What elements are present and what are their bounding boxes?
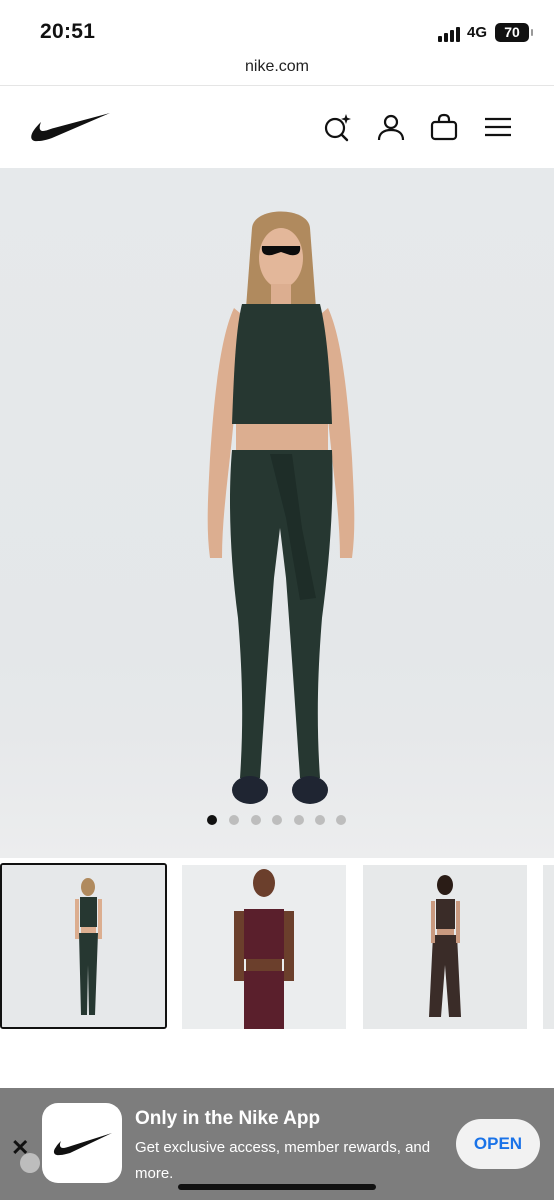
network-type: 4G — [467, 24, 488, 41]
carousel-dot-7[interactable] — [336, 815, 346, 825]
thumbnail-brown[interactable] — [363, 865, 527, 1029]
thumbnail-image — [2, 865, 165, 1027]
carousel-dot-5[interactable] — [294, 815, 304, 825]
watermark: Kaspi.kz — [20, 1153, 105, 1173]
signal-icon — [438, 26, 462, 42]
home-indicator[interactable] — [178, 1184, 376, 1190]
address-bar[interactable]: nike.com — [0, 52, 554, 86]
product-hero-image[interactable] — [0, 168, 554, 858]
colorway-thumbnails — [0, 863, 554, 1031]
thumbnail-image — [363, 865, 527, 1029]
carousel-dots — [0, 815, 554, 827]
url-text: nike.com — [244, 58, 310, 75]
battery-level: 70 — [504, 24, 520, 40]
status-bar: 20:51 4G 70 — [0, 0, 554, 60]
thumbnail-dark-green[interactable] — [0, 863, 167, 1029]
carousel-dot-3[interactable] — [251, 815, 261, 825]
carousel-dot-4[interactable] — [272, 815, 282, 825]
banner-subtitle: Get exclusive access, member rewards, an… — [135, 1139, 431, 1182]
search-sparkle-icon[interactable] — [322, 112, 352, 142]
menu-icon[interactable] — [483, 112, 513, 142]
watermark-text: Kaspi.kz — [44, 1153, 105, 1171]
carousel-dot-1[interactable] — [207, 815, 217, 825]
open-app-button[interactable]: OPEN — [456, 1119, 540, 1169]
site-header — [0, 87, 554, 168]
carousel-dot-6[interactable] — [315, 815, 325, 825]
bag-icon[interactable] — [429, 112, 459, 142]
carousel-dot-2[interactable] — [229, 815, 239, 825]
thumbnail-burgundy[interactable] — [182, 865, 346, 1029]
user-icon[interactable] — [376, 112, 406, 142]
model-figure — [207, 211, 355, 804]
watermark-logo-icon — [20, 1153, 40, 1173]
battery-icon: 70 — [495, 23, 533, 42]
banner-title: Only in the Nike App — [135, 1108, 321, 1129]
thumbnail-image — [182, 865, 346, 1029]
thumbnail-partial[interactable] — [543, 865, 554, 1029]
nike-swoosh-logo[interactable] — [30, 111, 112, 143]
status-time: 20:51 — [40, 20, 96, 43]
